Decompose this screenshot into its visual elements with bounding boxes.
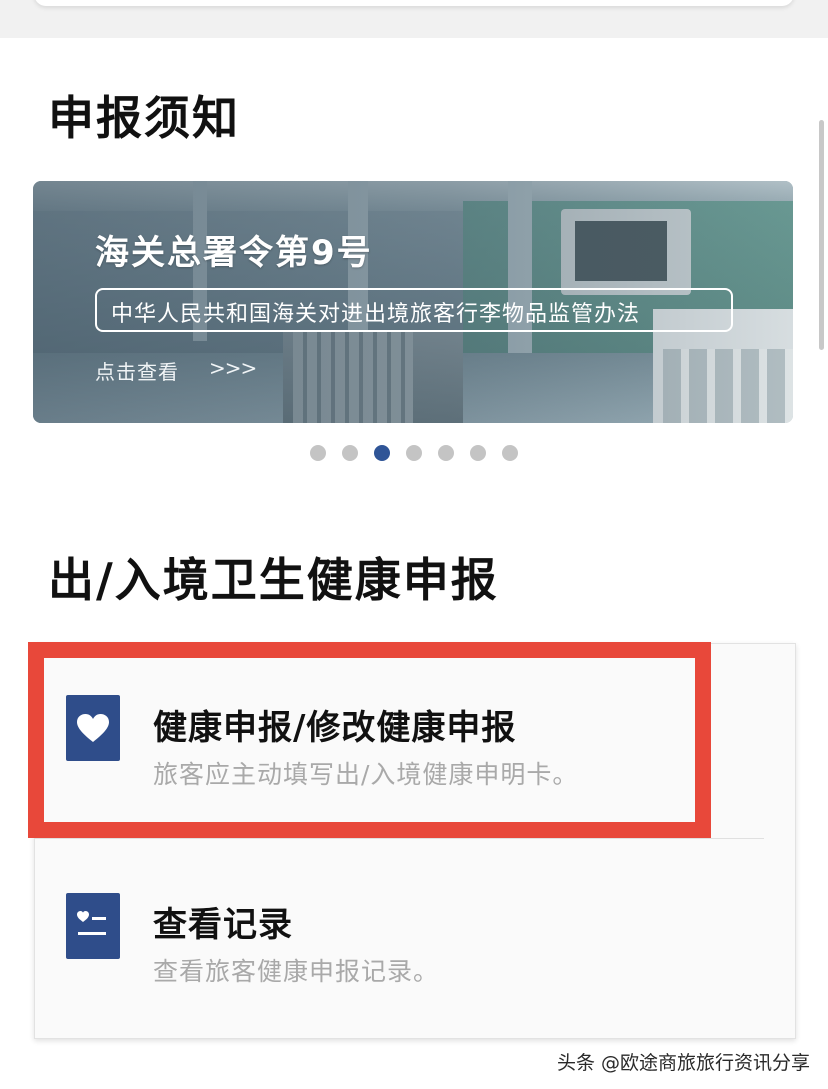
- health-section-title: 出/入境卫生健康申报: [48, 553, 499, 607]
- chevrons-right-icon: >>>: [209, 356, 257, 380]
- card-divider: [34, 838, 764, 839]
- health-declaration-button[interactable]: 健康申报/修改健康申报: [153, 700, 516, 749]
- carousel-dot[interactable]: [502, 445, 518, 461]
- view-records-button[interactable]: 查看记录: [153, 897, 293, 946]
- carousel-dot[interactable]: [470, 445, 486, 461]
- heart-icon: [66, 695, 120, 761]
- carousel-dot[interactable]: [342, 445, 358, 461]
- health-declaration-description: 旅客应主动填写出/入境健康申明卡。: [153, 760, 579, 789]
- carousel-dot[interactable]: [406, 445, 422, 461]
- banner-subtitle: 中华人民共和国海关对进出境旅客行李物品监管办法: [111, 302, 641, 327]
- previous-card-edge: [34, 0, 794, 6]
- carousel-dot[interactable]: [374, 445, 390, 461]
- view-records-description: 查看旅客健康申报记录。: [153, 957, 440, 986]
- carousel-indicator: [310, 445, 518, 461]
- banner-view-link[interactable]: 点击查看: [95, 356, 179, 385]
- notice-banner[interactable]: 海关总署令第9号 中华人民共和国海关对进出境旅客行李物品监管办法 点击查看 >>…: [33, 181, 793, 423]
- carousel-dot[interactable]: [310, 445, 326, 461]
- records-icon: [66, 893, 120, 959]
- notice-section-title: 申报须知: [48, 91, 240, 145]
- banner-heading: 海关总署令第9号: [95, 233, 373, 273]
- scrollbar[interactable]: [819, 120, 824, 350]
- carousel-dot[interactable]: [438, 445, 454, 461]
- watermark: 头条 @欧途商旅旅行资讯分享: [556, 1052, 810, 1074]
